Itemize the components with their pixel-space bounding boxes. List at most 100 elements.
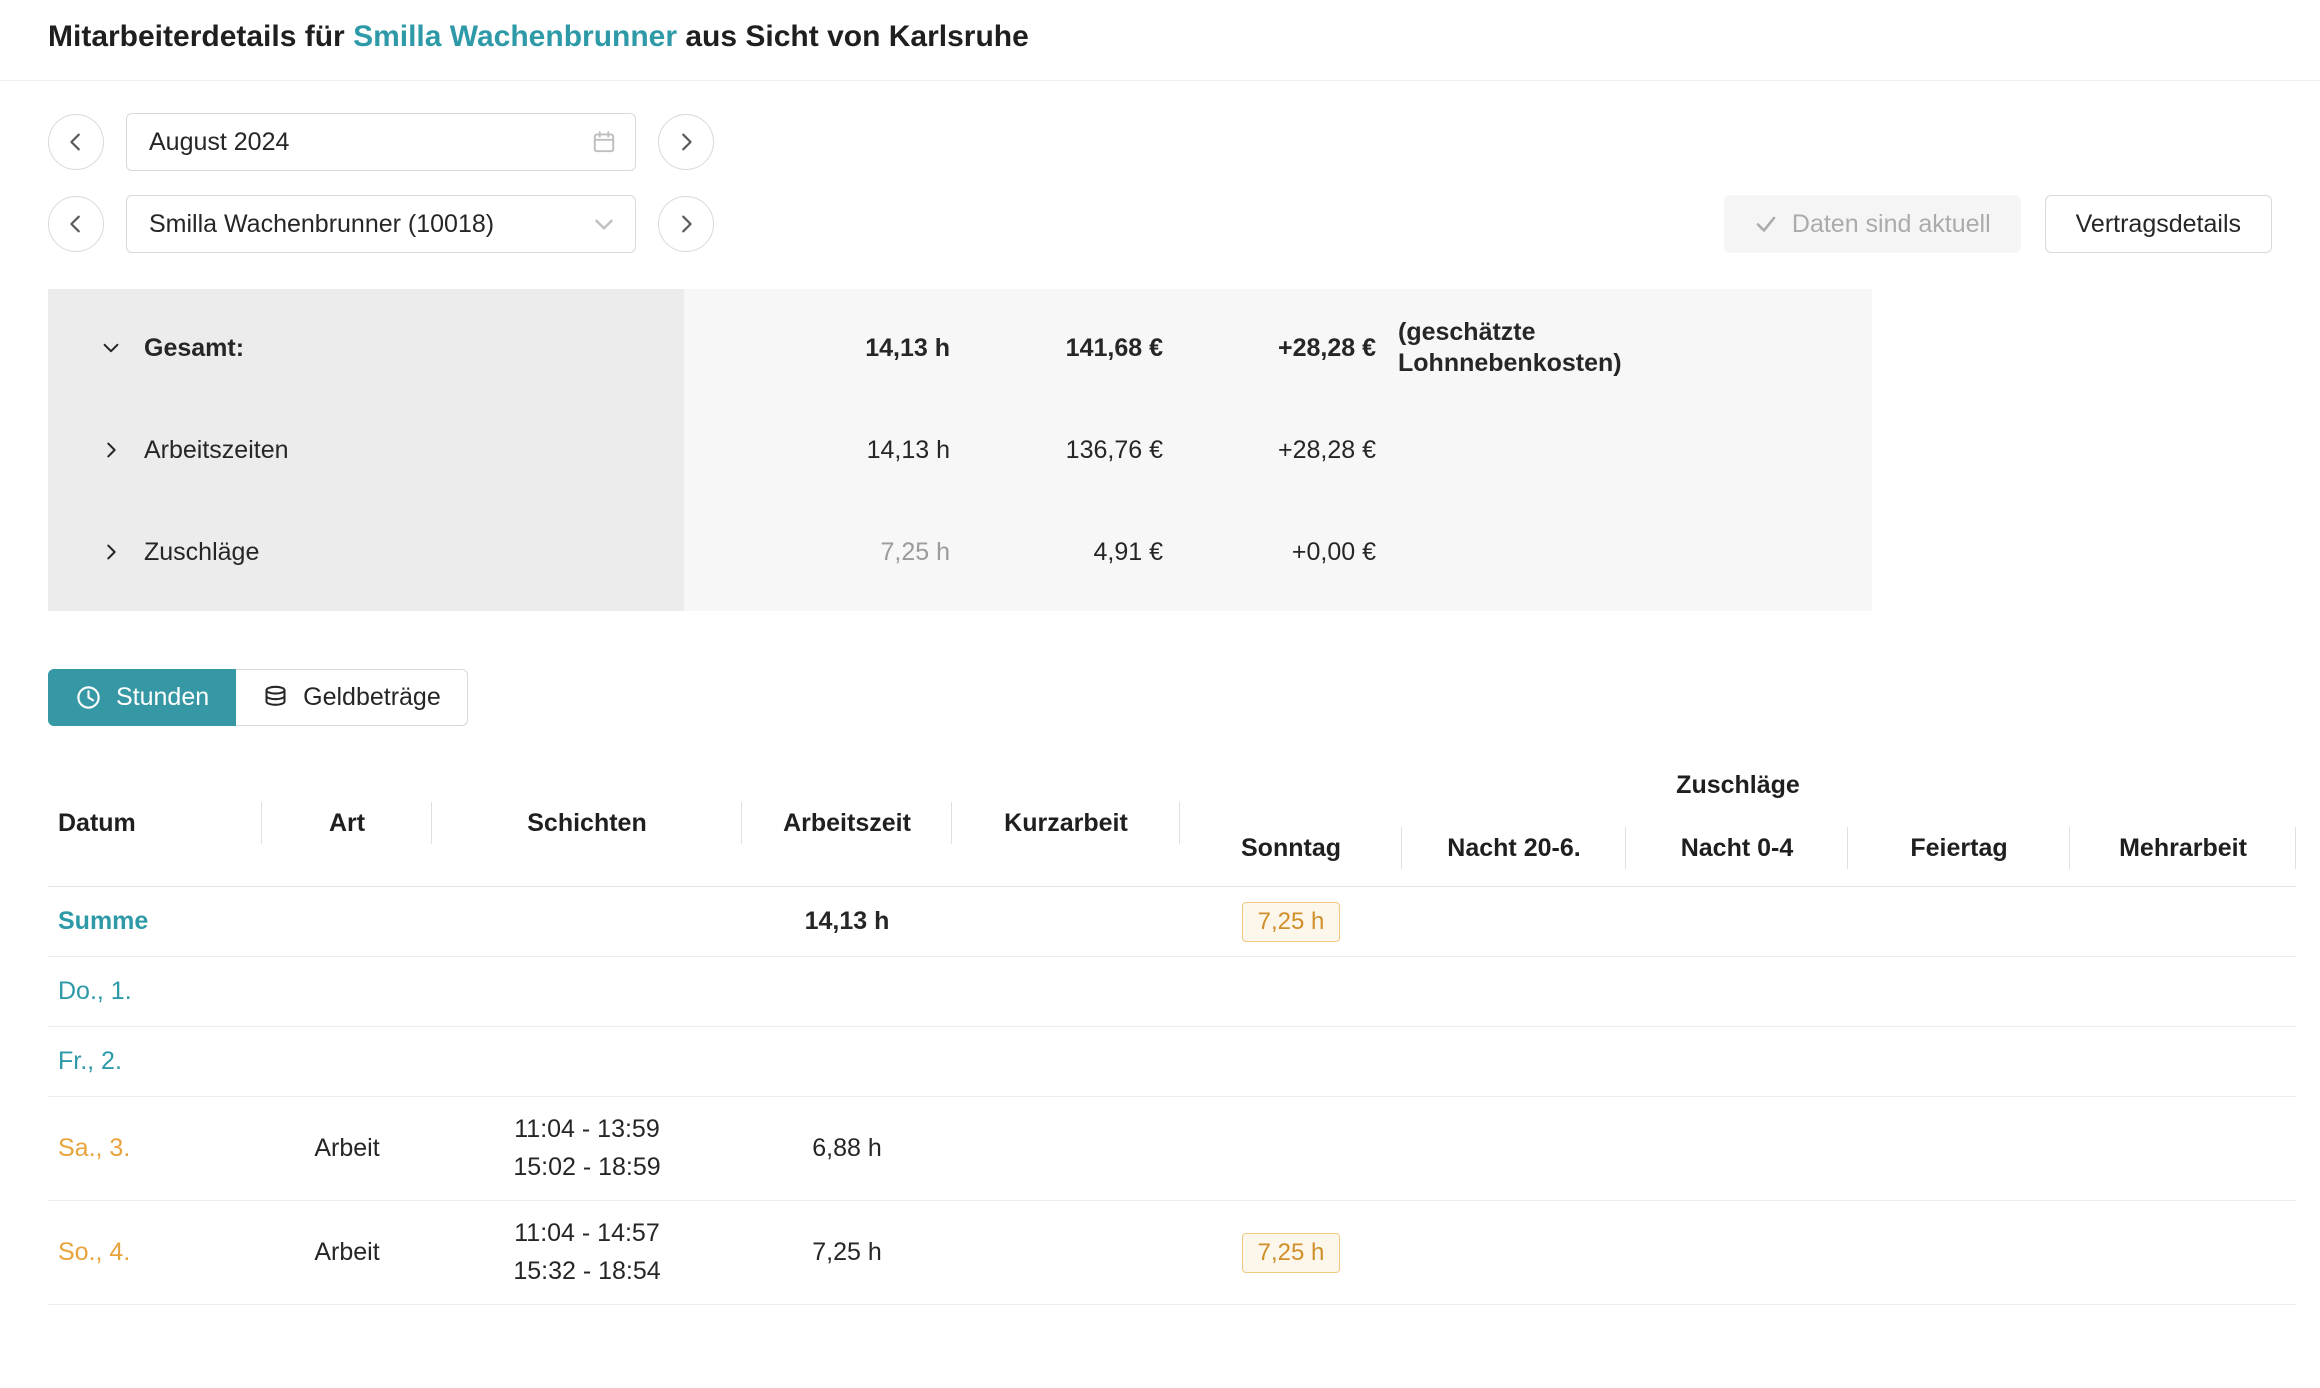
table-row: Fr., 2.: [48, 1027, 2296, 1097]
cell-art: [262, 1048, 432, 1076]
employee-select-value: Smilla Wachenbrunner (10018): [149, 210, 579, 239]
cell-arbeitszeit: 7,25 h: [742, 1224, 952, 1281]
cell-datum[interactable]: Summe: [48, 893, 262, 950]
cell-kurzarbeit: [952, 1048, 1180, 1076]
cell-nacht-0-4: [1626, 978, 1848, 1006]
shift-time: 11:04 - 13:59: [513, 1111, 660, 1149]
cell-sonntag: [1180, 1048, 1402, 1076]
cell-nacht-20-6: [1402, 1239, 1626, 1267]
chevron-down-icon[interactable]: [100, 337, 122, 359]
cell-mehrarbeit: [2070, 978, 2296, 1006]
check-icon: [1754, 212, 1778, 236]
sonntag-badge: 7,25 h: [1242, 1233, 1341, 1273]
tab-geldbetraege[interactable]: Geldbeträge: [236, 669, 468, 726]
cell-art: Arbeit: [262, 1224, 432, 1281]
summary-zuschlaege-label-cell: Zuschläge: [48, 538, 685, 567]
cell-kurzarbeit: [952, 1239, 1180, 1267]
page-title: Mitarbeiterdetails für Smilla Wachenbrun…: [48, 20, 2272, 54]
col-header-feiertag: Feiertag: [1848, 810, 2070, 886]
cell-sonntag: [1180, 978, 1402, 1006]
previous-employee-button[interactable]: [48, 196, 104, 252]
summary-panel: Gesamt: 14,13 h 141,68 € +28,28 € (gesch…: [48, 289, 1872, 611]
chevron-left-icon: [65, 131, 87, 153]
summary-gesamt-label: Gesamt:: [144, 334, 244, 363]
col-header-nacht-20-6: Nacht 20-6.: [1402, 810, 1626, 886]
cell-datum[interactable]: So., 4.: [48, 1224, 262, 1281]
cell-sonntag: 7,25 h: [1180, 888, 1402, 956]
summary-zuschlaege-amount: 4,91 €: [950, 538, 1163, 567]
cell-feiertag: [1848, 1048, 2070, 1076]
chevron-right-icon: [675, 213, 697, 235]
cell-nacht-20-6: [1402, 908, 1626, 936]
month-picker-input[interactable]: [149, 128, 579, 157]
cell-datum[interactable]: Sa., 3.: [48, 1120, 262, 1177]
chevron-down-icon: [591, 211, 617, 237]
sonntag-badge: 7,25 h: [1242, 902, 1341, 942]
summary-gesamt-extra: +28,28 €: [1163, 334, 1376, 363]
month-control-row: [48, 113, 2272, 171]
summary-row-arbeitszeiten[interactable]: Arbeitszeiten 14,13 h 136,76 € +28,28 €: [48, 399, 1872, 501]
cell-arbeitszeit: 14,13 h: [742, 893, 952, 950]
summary-zuschlaege-hours: 7,25 h: [685, 538, 950, 567]
cell-feiertag: [1848, 1135, 2070, 1163]
cell-feiertag: [1848, 1239, 2070, 1267]
tab-stunden-label: Stunden: [116, 683, 209, 712]
cell-art: [262, 908, 432, 936]
page-title-suffix: aus Sicht von Karlsruhe: [677, 20, 1029, 53]
employee-name-link[interactable]: Smilla Wachenbrunner: [353, 20, 677, 53]
summary-arbeitszeiten-amount: 136,76 €: [950, 436, 1163, 465]
table-row: Sa., 3. Arbeit 11:04 - 13:59 15:02 - 18:…: [48, 1097, 2296, 1201]
tab-stunden[interactable]: Stunden: [48, 669, 236, 726]
clock-icon: [75, 684, 102, 711]
col-header-mehrarbeit: Mehrarbeit: [2070, 810, 2296, 886]
cell-nacht-20-6: [1402, 1135, 1626, 1163]
chevron-right-icon: [675, 131, 697, 153]
page-title-prefix: Mitarbeiterdetails für: [48, 20, 353, 53]
col-header-kurzarbeit: Kurzarbeit: [952, 760, 1180, 886]
employee-select[interactable]: Smilla Wachenbrunner (10018): [126, 195, 636, 253]
view-tabs: Stunden Geldbeträge: [48, 669, 2272, 726]
employee-control-row: Smilla Wachenbrunner (10018) Daten sind …: [48, 195, 2272, 253]
table-row-summe: Summe 14,13 h 7,25 h: [48, 887, 2296, 957]
cell-mehrarbeit: [2070, 1239, 2296, 1267]
cell-nacht-0-4: [1626, 1048, 1848, 1076]
cell-kurzarbeit: [952, 1135, 1180, 1163]
table-row: Do., 1.: [48, 957, 2296, 1027]
data-current-button[interactable]: Daten sind aktuell: [1724, 195, 2021, 253]
next-month-button[interactable]: [658, 114, 714, 170]
summary-gesamt-note: (geschätzte Lohnnebenkosten): [1376, 317, 1696, 380]
col-header-sonntag: Sonntag: [1180, 810, 1402, 886]
previous-month-button[interactable]: [48, 114, 104, 170]
cell-art: Arbeit: [262, 1120, 432, 1177]
summary-arbeitszeiten-label: Arbeitszeiten: [144, 436, 289, 465]
cell-schichten: [432, 978, 742, 1006]
page-header: Mitarbeiterdetails für Smilla Wachenbrun…: [0, 0, 2320, 81]
month-picker[interactable]: [126, 113, 636, 171]
summary-row-gesamt[interactable]: Gesamt: 14,13 h 141,68 € +28,28 € (gesch…: [48, 297, 1872, 399]
col-header-art: Art: [262, 760, 432, 886]
cell-mehrarbeit: [2070, 1048, 2296, 1076]
summary-arbeitszeiten-hours: 14,13 h: [685, 436, 950, 465]
summary-row-zuschlaege[interactable]: Zuschläge 7,25 h 4,91 € +0,00 €: [48, 501, 1872, 603]
shift-time: 11:04 - 14:57: [513, 1215, 660, 1253]
hours-table: Datum Art Schichten Arbeitszeit Kurzarbe…: [48, 760, 2296, 1305]
col-header-arbeitszeit: Arbeitszeit: [742, 760, 952, 886]
summary-arbeitszeiten-label-cell: Arbeitszeiten: [48, 436, 685, 465]
col-group-zuschlaege: Zuschläge: [1180, 760, 2296, 810]
cell-datum[interactable]: Do., 1.: [48, 963, 262, 1020]
cell-datum[interactable]: Fr., 2.: [48, 1033, 262, 1090]
summary-zuschlaege-label: Zuschläge: [144, 538, 259, 567]
cell-sonntag: [1180, 1135, 1402, 1163]
cell-arbeitszeit: [742, 1048, 952, 1076]
chevron-right-icon[interactable]: [100, 439, 122, 461]
next-employee-button[interactable]: [658, 196, 714, 252]
cell-schichten: [432, 1048, 742, 1076]
table-row: So., 4. Arbeit 11:04 - 14:57 15:32 - 18:…: [48, 1201, 2296, 1305]
summary-gesamt-amount: 141,68 €: [950, 334, 1163, 363]
controls-section: Smilla Wachenbrunner (10018) Daten sind …: [48, 113, 2272, 253]
contract-details-button[interactable]: Vertragsdetails: [2045, 195, 2272, 253]
chevron-right-icon[interactable]: [100, 541, 122, 563]
cell-nacht-0-4: [1626, 908, 1848, 936]
cell-sonntag: 7,25 h: [1180, 1219, 1402, 1287]
cell-feiertag: [1848, 908, 2070, 936]
